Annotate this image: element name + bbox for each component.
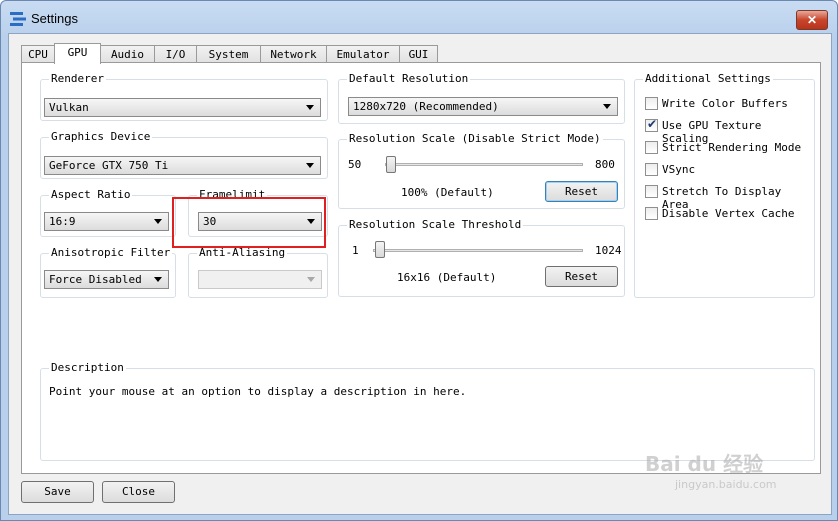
highlight-box — [172, 197, 326, 248]
tab-cpu[interactable]: CPU — [21, 45, 55, 63]
resolution-scale-status: 100% (Default) — [401, 186, 494, 199]
graphics-device-group: Graphics Device GeForce GTX 750 Ti — [40, 130, 328, 179]
description-label: Description — [49, 361, 126, 374]
graphics-device-label: Graphics Device — [49, 130, 153, 143]
resolution-scale-reset-button[interactable]: Reset — [545, 181, 618, 202]
save-button[interactable]: Save — [21, 481, 94, 503]
app-logo-icon — [10, 12, 26, 26]
resolution-scale-max: 800 — [595, 158, 615, 171]
renderer-value: Vulkan — [49, 101, 89, 114]
resolution-threshold-slider[interactable] — [375, 241, 385, 258]
default-resolution-dropdown[interactable]: 1280x720 (Recommended) — [348, 97, 618, 116]
tab-emulator[interactable]: Emulator — [326, 45, 400, 63]
default-resolution-group: Default Resolution 1280x720 (Recommended… — [338, 72, 625, 124]
resolution-scale-group: Resolution Scale (Disable Strict Mode) 5… — [338, 132, 625, 209]
graphics-device-dropdown[interactable]: GeForce GTX 750 Ti — [44, 156, 321, 175]
disable-vertex-cache-label: Disable Vertex Cache — [662, 207, 795, 220]
gpu-tab-panel: Renderer Vulkan Graphics Device GeForce … — [21, 62, 821, 474]
tab-audio[interactable]: Audio — [100, 45, 155, 63]
watermark-url: jingyan.baidu.com — [675, 478, 777, 491]
anisotropic-filter-label: Anisotropic Filter — [49, 246, 173, 259]
default-resolution-value: 1280x720 (Recommended) — [353, 100, 499, 113]
tab-io[interactable]: I/O — [154, 45, 197, 63]
resolution-scale-label: Resolution Scale (Disable Strict Mode) — [347, 132, 603, 145]
write-color-buffers-checkbox[interactable] — [645, 97, 658, 110]
checkmark-icon: ✔ — [647, 117, 658, 131]
stretch-to-display-area-checkbox[interactable] — [645, 185, 658, 198]
strict-rendering-mode-label: Strict Rendering Mode — [662, 141, 802, 154]
strict-rendering-mode-checkbox[interactable] — [645, 141, 658, 154]
tab-gui[interactable]: GUI — [399, 45, 438, 63]
resolution-threshold-max: 1024 — [595, 244, 622, 257]
vsync-checkbox[interactable] — [645, 163, 658, 176]
anti-aliasing-group: Anti-Aliasing — [188, 246, 328, 298]
chevron-down-icon — [603, 104, 611, 109]
resolution-scale-track — [385, 163, 583, 166]
resolution-threshold-group: Resolution Scale Threshold 1 1024 16x16 … — [338, 218, 625, 297]
watermark: Bai du 经验 jingyan.baidu.com — [645, 438, 795, 498]
chevron-down-icon — [154, 219, 162, 224]
close-button[interactable]: Close — [102, 481, 175, 503]
default-resolution-label: Default Resolution — [347, 72, 471, 85]
chevron-down-icon — [306, 163, 314, 168]
chevron-down-icon — [154, 277, 162, 282]
write-color-buffers-label: Write Color Buffers — [662, 97, 788, 110]
resolution-scale-slider[interactable] — [386, 156, 396, 173]
renderer-label: Renderer — [49, 72, 106, 85]
anti-aliasing-dropdown[interactable] — [198, 270, 322, 289]
resolution-threshold-track — [373, 249, 583, 252]
anisotropic-filter-value: Force Disabled — [49, 273, 142, 286]
renderer-dropdown[interactable]: Vulkan — [44, 98, 321, 117]
vsync-label: VSync — [662, 163, 696, 176]
tab-gpu[interactable]: GPU — [54, 43, 101, 64]
aspect-ratio-label: Aspect Ratio — [49, 188, 133, 201]
graphics-device-value: GeForce GTX 750 Ti — [49, 159, 169, 172]
tab-system[interactable]: System — [196, 45, 261, 63]
chevron-down-icon — [307, 277, 315, 282]
aspect-ratio-group: Aspect Ratio 16:9 — [40, 188, 176, 237]
client-area: CPU GPU Audio I/O System Network Emulato… — [8, 33, 832, 515]
resolution-threshold-min: 1 — [352, 244, 359, 257]
description-text: Point your mouse at an option to display… — [49, 385, 467, 398]
resolution-threshold-status: 16x16 (Default) — [397, 271, 497, 284]
window-close-button[interactable]: ✕ — [796, 10, 828, 30]
anisotropic-filter-group: Anisotropic Filter Force Disabled — [40, 246, 176, 298]
tab-network[interactable]: Network — [260, 45, 327, 63]
additional-settings-group: Additional Settings Write Color Buffers … — [634, 72, 815, 298]
window-title: Settings — [31, 11, 78, 26]
anisotropic-filter-dropdown[interactable]: Force Disabled — [44, 270, 169, 289]
chevron-down-icon — [306, 105, 314, 110]
renderer-group: Renderer Vulkan — [40, 72, 328, 121]
settings-window: Settings ✕ CPU GPU Audio I/O System Netw… — [0, 0, 838, 521]
use-gpu-texture-scaling-checkbox[interactable]: ✔ — [645, 117, 658, 132]
aspect-ratio-value: 16:9 — [49, 215, 76, 228]
resolution-threshold-reset-button[interactable]: Reset — [545, 266, 618, 287]
resolution-threshold-label: Resolution Scale Threshold — [347, 218, 524, 231]
disable-vertex-cache-checkbox[interactable] — [645, 207, 658, 220]
additional-settings-label: Additional Settings — [643, 72, 773, 85]
resolution-scale-min: 50 — [348, 158, 362, 171]
title-bar[interactable]: Settings ✕ — [1, 1, 837, 37]
watermark-brand: Bai du 经验 — [645, 452, 764, 476]
aspect-ratio-dropdown[interactable]: 16:9 — [44, 212, 169, 231]
